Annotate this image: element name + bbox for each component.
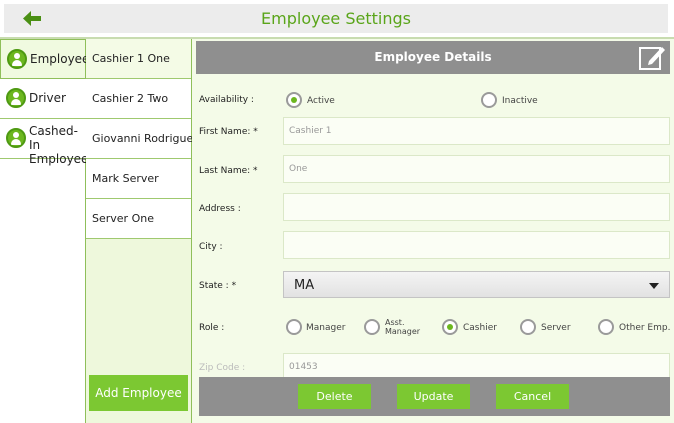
availability-label: Availability :: [199, 95, 254, 105]
person-icon: [7, 49, 27, 69]
employee-details-panel: Employee Details Availability : Active I…: [192, 39, 674, 423]
availability-active-radio[interactable]: [286, 92, 302, 108]
list-item[interactable]: Cashier 1 One: [86, 39, 191, 79]
category-label: Employee: [30, 52, 90, 66]
add-employee-button[interactable]: Add Employee: [89, 375, 188, 411]
category-label: Cashed-In Employee: [29, 124, 88, 166]
role-label-line: Asst.: [385, 318, 405, 327]
category-sidebar: Employee Driver Cashed-In Employee: [0, 39, 90, 423]
role-asst-manager-label: Asst. Manager: [385, 318, 420, 336]
category-employee[interactable]: Employee: [0, 39, 90, 79]
address-label: Address :: [199, 204, 241, 214]
zip-code-label: Zip Code :: [199, 363, 246, 373]
employee-name: Mark Server: [92, 172, 159, 185]
state-label: State : *: [199, 281, 237, 291]
availability-inactive-radio[interactable]: [481, 92, 497, 108]
employee-name: Cashier 1 One: [92, 52, 170, 65]
list-item[interactable]: Giovanni Rodriguez: [86, 119, 199, 159]
category-label: Driver: [29, 91, 66, 105]
role-cashier-label: Cashier: [463, 323, 497, 333]
list-item[interactable]: Cashier 2 Two: [86, 79, 191, 119]
app-root: Employee Settings Employee Driver Cashed…: [0, 0, 674, 423]
details-header: Employee Details: [196, 41, 670, 74]
first-name-label: First Name: *: [199, 127, 258, 137]
employee-name: Giovanni Rodriguez: [92, 132, 199, 145]
state-dropdown[interactable]: MA: [283, 271, 670, 298]
category-cashed-in-employee[interactable]: Cashed-In Employee: [0, 119, 88, 166]
chevron-down-icon: [649, 283, 659, 289]
role-manager-radio[interactable]: [286, 319, 302, 335]
city-field[interactable]: [283, 231, 670, 259]
city-label: City :: [199, 242, 223, 252]
role-asst-manager-radio[interactable]: [364, 319, 380, 335]
category-label-line: Cashed-In: [29, 124, 78, 152]
availability-active-label: Active: [307, 96, 335, 106]
employee-name: Server One: [92, 212, 154, 225]
list-item[interactable]: Server One: [86, 199, 191, 239]
role-server-radio[interactable]: [520, 319, 536, 335]
role-other-label: Other Emp.: [619, 323, 671, 333]
list-item[interactable]: Mark Server: [86, 159, 191, 199]
role-other-radio[interactable]: [598, 319, 614, 335]
first-name-field[interactable]: [283, 117, 670, 145]
role-server-label: Server: [541, 323, 571, 333]
edit-icon[interactable]: [638, 44, 666, 72]
state-value: MA: [294, 278, 315, 293]
details-title: Employee Details: [374, 50, 492, 64]
person-icon: [6, 88, 26, 108]
role-label-line: Manager: [385, 327, 421, 336]
category-label-line: Employee: [29, 152, 89, 166]
last-name-field[interactable]: [283, 155, 670, 183]
app-header: Employee Settings: [4, 4, 668, 33]
person-icon: [6, 128, 26, 148]
employee-list: Cashier 1 One Cashier 2 Two Giovanni Rod…: [86, 39, 199, 423]
action-bar: Delete Update Cancel: [199, 377, 670, 416]
availability-inactive-label: Inactive: [502, 96, 538, 106]
last-name-label: Last Name: *: [199, 166, 258, 176]
role-cashier-radio[interactable]: [442, 319, 458, 335]
role-manager-label: Manager: [306, 323, 346, 333]
update-button[interactable]: Update: [397, 384, 470, 409]
category-driver[interactable]: Driver: [0, 79, 86, 119]
role-label: Role :: [199, 323, 225, 333]
cancel-button[interactable]: Cancel: [496, 384, 569, 409]
page-title: Employee Settings: [261, 9, 411, 28]
employee-name: Cashier 2 Two: [92, 92, 169, 105]
address-field[interactable]: [283, 193, 670, 221]
delete-button[interactable]: Delete: [298, 384, 371, 409]
